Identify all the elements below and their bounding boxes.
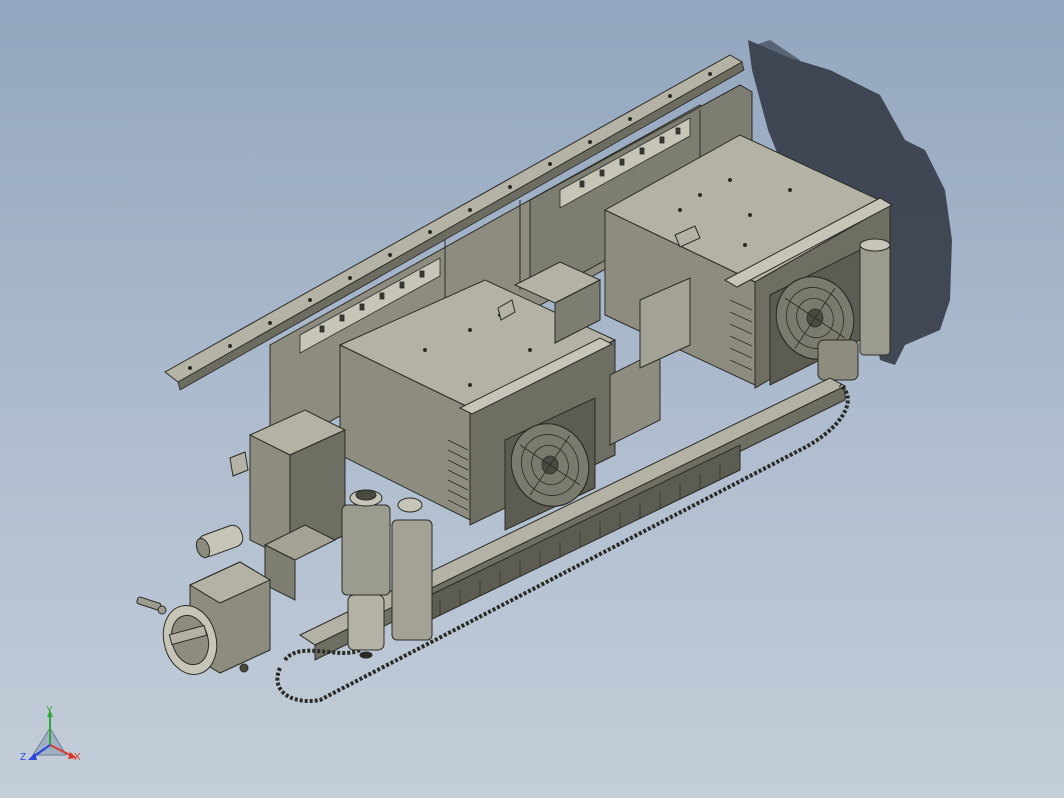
y-axis-label: Y	[46, 705, 53, 716]
x-axis-label: X	[74, 752, 81, 763]
filter-regulator	[341, 489, 433, 659]
small-cylinder	[195, 524, 244, 559]
cad-viewport[interactable]: Y X Z	[0, 0, 1064, 798]
left-component-stack	[248, 409, 347, 601]
assembly-model[interactable]: Y X Z	[0, 0, 1064, 798]
duct-port	[162, 561, 272, 675]
z-axis-label: Z	[20, 752, 26, 763]
air-fitting	[136, 596, 167, 615]
axis-triad: Y X Z	[20, 705, 81, 763]
